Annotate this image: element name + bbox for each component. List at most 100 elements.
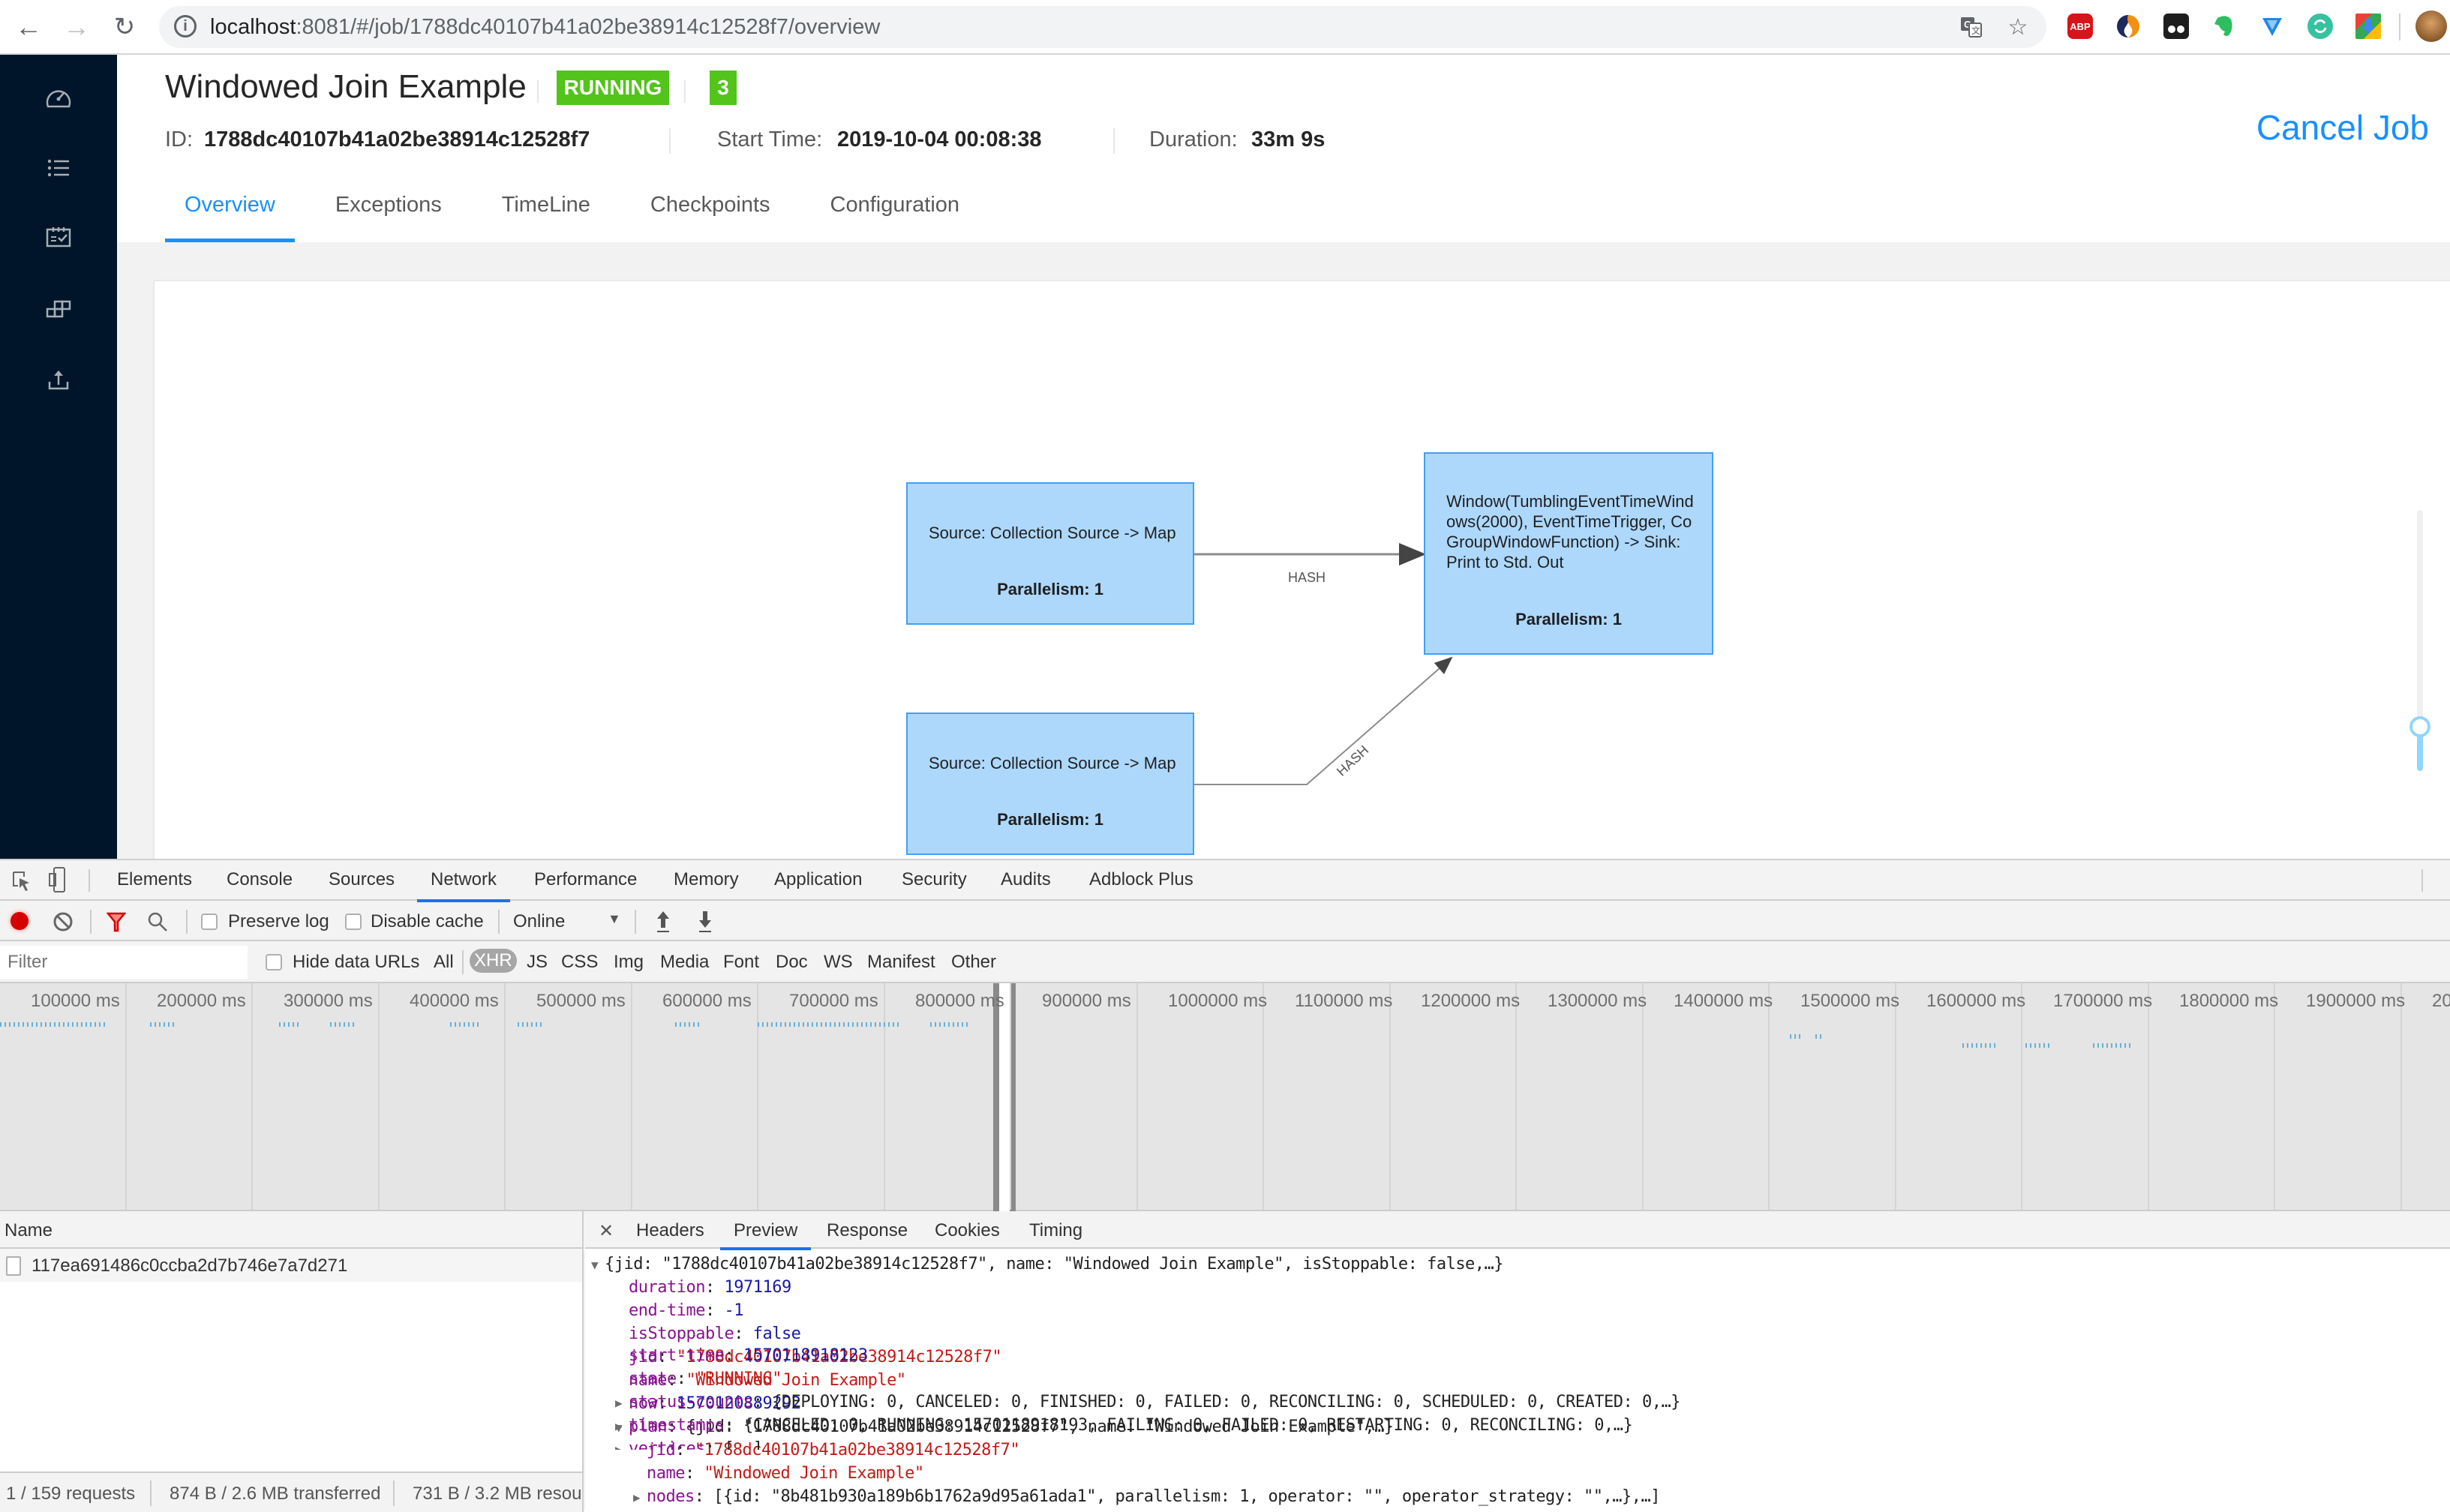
tampermonkey-icon[interactable] (2163, 14, 2189, 39)
devtools-tab-network[interactable]: Network (416, 869, 511, 902)
overview-selection-handle[interactable] (993, 983, 1016, 1211)
filter-type-xhr[interactable]: XHR (470, 949, 517, 973)
column-name-header[interactable]: Name (5, 1220, 53, 1241)
graph-node-window-sink[interactable]: Window(TumblingEventTimeWindows(2000), E… (1424, 452, 1713, 655)
filter-funnel-icon[interactable] (107, 911, 126, 932)
sidebar-item-jobs[interactable] (36, 146, 81, 190)
detail-tab-response[interactable]: Response (827, 1220, 908, 1241)
expand-triangle-icon[interactable]: ▼ (591, 1258, 605, 1272)
cancel-job-button[interactable]: Cancel Job (2256, 107, 2429, 148)
record-icon[interactable] (11, 912, 29, 930)
overview-request-mark (776, 1022, 777, 1027)
profile-avatar[interactable] (2415, 10, 2447, 42)
detail-tab-headers[interactable]: Headers (636, 1220, 704, 1241)
tab-configuration[interactable]: Configuration (811, 188, 980, 242)
filter-type-other[interactable]: Other (951, 952, 996, 973)
job-title: Windowed Join Example (165, 68, 527, 105)
download-ext-icon[interactable] (2355, 14, 2381, 39)
json-timestamps[interactable]: ▶ timestamps: {CANCELED: 0, RUNNING: 1570… (615, 1416, 1633, 1435)
devtools-tab-security[interactable]: Security (902, 869, 967, 890)
network-overview-timeline[interactable]: 100000 ms 200000 ms 300000 ms 400000 ms 5000… (0, 982, 2450, 1211)
filter-type-media[interactable]: Media (660, 952, 709, 973)
detail-tab-timing[interactable]: Timing (1029, 1220, 1082, 1241)
overview-gridline (378, 983, 380, 1210)
graph-node-source-2[interactable]: Source: Collection Source -> Map Paralle… (906, 712, 1194, 855)
hide-data-urls-checkbox[interactable] (266, 954, 282, 970)
tab-overview[interactable]: Overview (165, 188, 295, 242)
overview-request-mark (14, 1022, 15, 1027)
overview-request-mark (843, 1022, 845, 1027)
disable-cache-checkbox[interactable] (345, 914, 362, 930)
expand-triangle-icon[interactable]: ▶ (615, 1396, 629, 1410)
detail-tab-preview[interactable]: Preview (719, 1220, 812, 1250)
clear-icon[interactable] (53, 911, 74, 932)
graph-node-source-1[interactable]: Source: Collection Source -> Map Paralle… (906, 482, 1194, 625)
export-har-icon[interactable] (696, 910, 714, 934)
filter-type-img[interactable]: Img (614, 952, 644, 973)
filter-type-ws[interactable]: WS (824, 952, 853, 973)
evernote-icon[interactable] (2211, 14, 2237, 39)
back-arrow-icon[interactable]: ← (12, 10, 45, 44)
overview-request-mark (848, 1022, 849, 1027)
overview-request-mark (36, 1022, 38, 1027)
zoom-slider-handle[interactable] (2409, 716, 2430, 737)
overview-request-mark (41, 1022, 42, 1027)
graph-zoom-slider[interactable] (2409, 510, 2430, 771)
json-status-counts[interactable]: ▶ status-counts: {DEPLOYING: 0, CANCELED:… (615, 1393, 1680, 1412)
sidebar-item-overview[interactable] (36, 75, 81, 120)
url-text[interactable]: localhost:8081/#/job/1788dc40107b41a02be… (210, 15, 880, 40)
filter-type-css[interactable]: CSS (561, 952, 598, 973)
request-row[interactable]: 117ea691486c0ccba2d7b746e7a7d271 (0, 1249, 582, 1282)
filter-type-manifest[interactable]: Manifest (867, 952, 935, 973)
vpn-icon[interactable] (2259, 14, 2285, 39)
refresh-ext-icon[interactable] (2307, 14, 2333, 39)
expand-triangle-icon[interactable]: ▶ (633, 1490, 647, 1504)
translate-icon[interactable]: G文 (1959, 15, 1983, 39)
expand-triangle-icon[interactable]: ▶ (615, 1442, 629, 1450)
overview-request-mark (935, 1022, 936, 1027)
devtools-tab-sources[interactable]: Sources (329, 869, 395, 890)
devtools-tab-application[interactable]: Application (774, 869, 862, 890)
address-bar[interactable]: i localhost:8081/#/job/1788dc40107b41a02… (159, 6, 2046, 48)
devtools-tab-console[interactable]: Console (227, 869, 293, 890)
json-vertices[interactable]: ▶ vertices: [,…] (615, 1439, 762, 1450)
forward-arrow-icon[interactable]: → (60, 10, 93, 44)
tab-checkpoints[interactable]: Checkpoints (631, 188, 790, 242)
site-info-icon[interactable]: i (174, 15, 197, 38)
filter-type-all[interactable]: All (434, 952, 454, 973)
detail-tab-cookies[interactable]: Cookies (935, 1220, 1000, 1241)
import-har-icon[interactable] (654, 910, 672, 934)
sync-s-icon[interactable] (2115, 14, 2141, 39)
network-filter-input[interactable] (0, 946, 248, 979)
filter-type-js[interactable]: JS (527, 952, 548, 973)
start-time-value: 2019-10-04 00:08:38 (837, 128, 1042, 152)
inspect-element-icon[interactable] (11, 869, 32, 892)
expand-triangle-icon[interactable]: ▶ (615, 1419, 629, 1433)
bookmark-star-icon[interactable]: ☆ (2006, 15, 2030, 40)
json-plan-nodes[interactable]: ▶ nodes: [{id: "8b481b930a189b6b1762a9d95… (633, 1487, 1661, 1506)
overview-request-mark (77, 1022, 78, 1027)
reload-icon[interactable]: ↻ (108, 10, 141, 44)
sidebar-item-task-managers[interactable] (36, 286, 81, 332)
calendar-check-icon (46, 227, 71, 248)
job-graph-canvas[interactable] (153, 280, 2450, 859)
throttling-select[interactable]: Online ▼ (507, 907, 627, 937)
filter-type-font[interactable]: Font (723, 952, 759, 973)
tab-exceptions[interactable]: Exceptions (316, 188, 461, 242)
devtools-tab-audits[interactable]: Audits (1001, 869, 1051, 890)
filter-type-doc[interactable]: Doc (776, 952, 808, 973)
close-icon[interactable]: ✕ (599, 1220, 614, 1242)
devtools-tab-performance[interactable]: Performance (534, 869, 637, 890)
search-icon[interactable] (147, 911, 168, 932)
preserve-log-checkbox[interactable] (201, 914, 218, 930)
sidebar-item-submit-job[interactable] (36, 357, 81, 402)
devtools-tab-elements[interactable]: Elements (117, 869, 192, 890)
devtools-tab-adblock-plus[interactable]: Adblock Plus (1089, 869, 1193, 890)
device-toolbar-icon[interactable] (48, 866, 66, 893)
devtools-tab-memory[interactable]: Memory (674, 869, 739, 890)
overview-gridline (1389, 983, 1391, 1210)
adblock-plus-icon[interactable]: ABP (2067, 14, 2093, 39)
tab-timeline[interactable]: TimeLine (482, 188, 610, 242)
sidebar-item-completed[interactable] (36, 214, 81, 260)
json-root[interactable]: ▼ {jid: "1788dc40107b41a02be38914c12528f7… (591, 1255, 1504, 1274)
